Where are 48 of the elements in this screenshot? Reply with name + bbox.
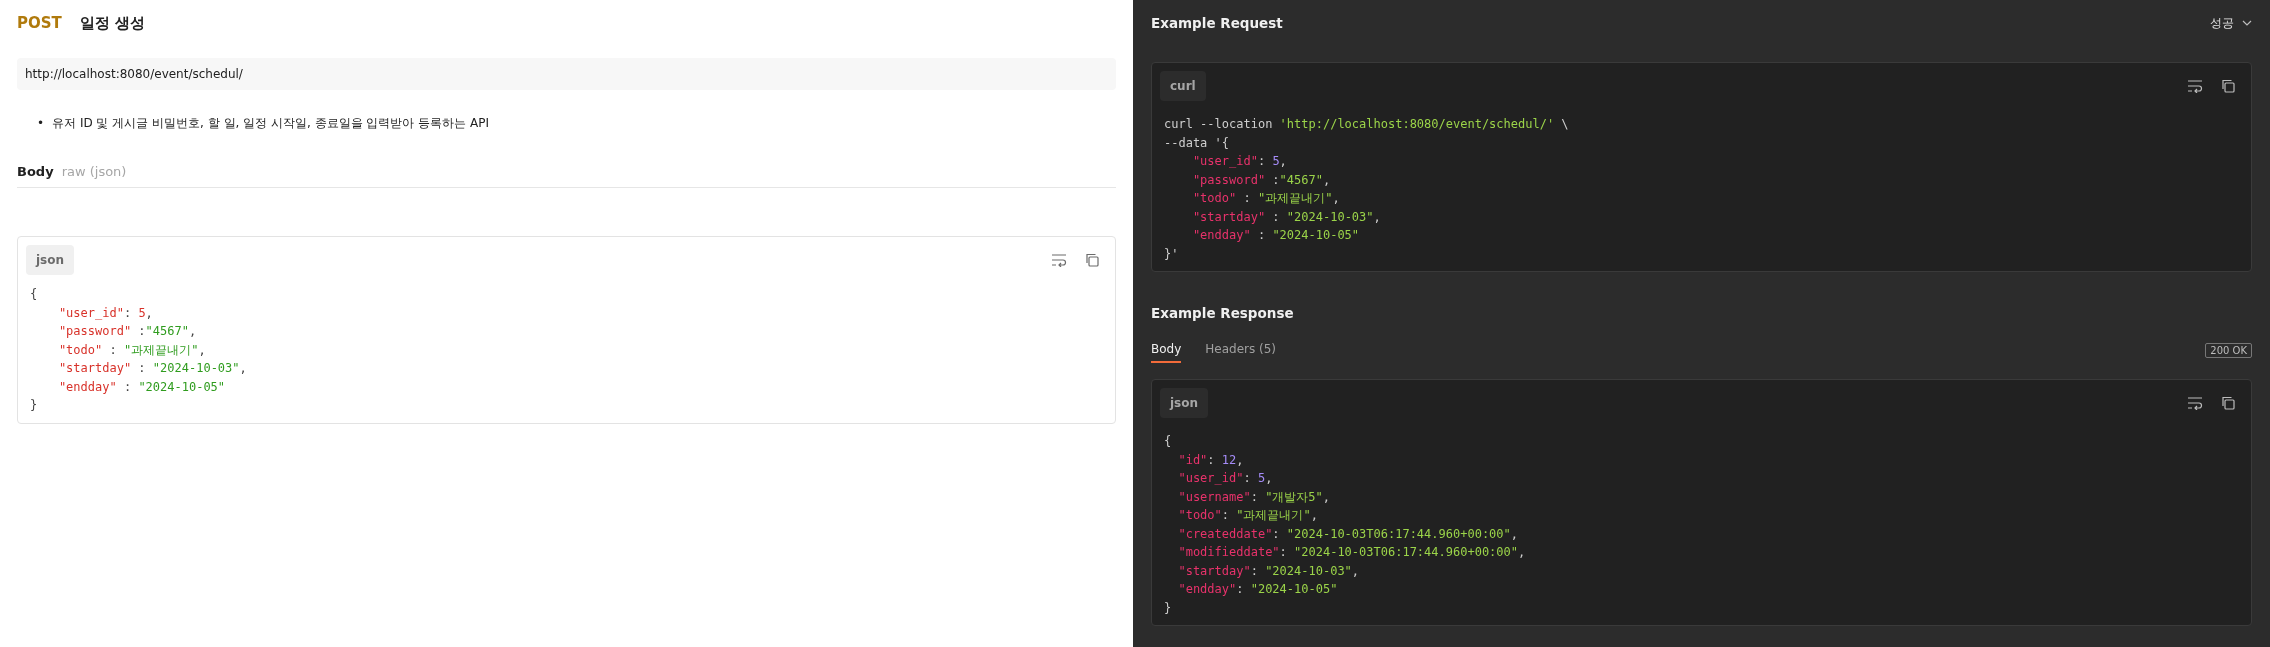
code-line: "id": 12, [1177,451,1244,469]
copy-icon[interactable] [2221,79,2235,93]
code-line: "endday" : "2024-10-05" [57,378,226,396]
code-line: "todo": "과제끝내기", [1177,507,1318,524]
code-line: "user_id": 5, [57,304,153,322]
wrap-icon[interactable] [2187,79,2203,93]
response-tab[interactable]: Body [1151,338,1182,363]
code-line: "createddate": "2024-10-03T06:17:44.960+00:00", [1177,525,1518,543]
copy-icon[interactable] [1085,253,1099,267]
code-line: }' [1164,245,1179,263]
code-line: "endday": "2024-10-05" [1177,581,1338,598]
language-label: json [1160,388,1209,418]
code-line: } [30,397,38,414]
code-line: curl --location 'http://localhost:8080/event/schedul/' \ [1164,116,1569,133]
code-line: "startday" : "2024-10-03", [1191,208,1381,226]
language-label: json [26,245,75,275]
code-line: "username": "개발자5", [1177,488,1331,506]
code-line: { [1164,433,1172,450]
code-line: { [30,286,38,303]
code-line: --data '{ [1164,134,1230,152]
language-label: curl [1160,71,1206,101]
response-tab[interactable]: Headers (5) [1205,338,1277,363]
code-line: "modifieddate": "2024-10-03T06:17:44.960+00:00", [1177,544,1526,561]
code-line: "password" :"4567", [1191,171,1331,189]
body-label: Body [17,164,54,179]
wrap-icon[interactable] [2187,396,2203,410]
method-label: POST [17,14,62,32]
body-type: raw (json) [61,164,127,179]
code-line: "user_id": 5, [1191,153,1287,170]
code-line: "todo" : "과제끝내기", [1191,190,1340,207]
code-line: "startday" : "2024-10-03", [57,360,247,377]
bullet-mark: • [37,115,45,132]
section-title: Example Response [1151,305,1294,321]
request-name: 일정 생성 [79,13,145,33]
code-line: "user_id": 5, [1177,470,1273,487]
code-line: "endday" : "2024-10-05" [1191,227,1360,244]
wrap-icon[interactable] [1051,253,1067,267]
url-field: http://localhost:8080/event/schedul/ [17,58,1116,90]
section-title: Example Request [1151,15,1283,31]
code-line: "password" :"4567", [57,323,197,340]
code-line: "todo" : "과제끝내기", [57,341,206,359]
example-dropdown[interactable]: 성공 [2210,14,2252,32]
description-item: 유저 ID 및 게시글 비밀번호, 할 일, 일정 시작일, 종료일을 입력받아 등록하는 API [52,115,490,132]
copy-icon[interactable] [2221,396,2235,410]
code-line: } [1164,599,1172,617]
status-badge: 200 OK [2205,343,2252,358]
chevron-icon [2242,20,2252,26]
code-line: "startday": "2024-10-03", [1177,562,1360,580]
